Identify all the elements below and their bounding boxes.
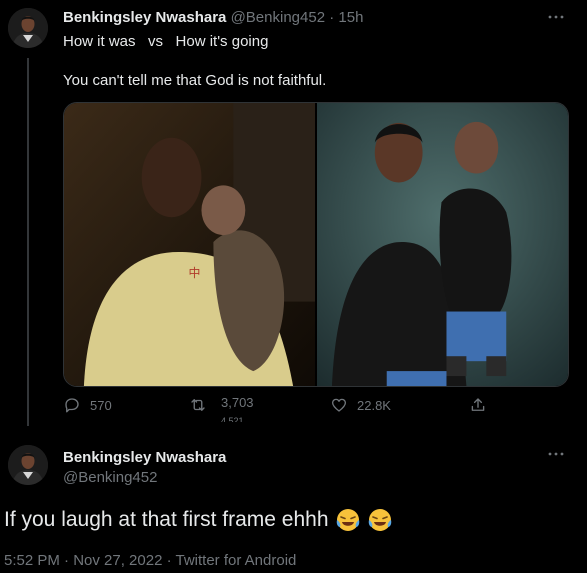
more-options-icon-2[interactable] — [547, 445, 565, 468]
heart-icon — [331, 398, 347, 412]
tweet-text-focused: If you laugh at that first frame ehhh — [4, 507, 393, 533]
reply-icon — [65, 398, 79, 413]
author-handle-2[interactable]: @Benking452 — [63, 469, 157, 486]
like-button[interactable]: 22.8K — [330, 396, 391, 414]
tweet-text-line-1: How it was vs How it's going — [63, 33, 269, 50]
tweet-parent[interactable]: Benkingsley Nwashara @Benking452 · 15h H… — [0, 0, 587, 430]
tweet-text-content: If you laugh at that first frame ehhh — [4, 508, 329, 531]
tweet-media[interactable]: 中 — [63, 102, 569, 387]
share-button[interactable] — [469, 396, 487, 414]
author-avatar[interactable] — [8, 8, 48, 48]
thread-connector-line — [27, 58, 29, 426]
retweet-count: 3,703 — [221, 395, 254, 410]
tweet-actions: 570 3,703 4,521 22.8K — [63, 395, 503, 422]
author-avatar-2[interactable] — [8, 445, 48, 485]
photo-after[interactable] — [317, 103, 568, 386]
retweet-icon — [191, 399, 205, 411]
author-handle[interactable]: @Benking452 — [231, 9, 325, 26]
tweet-header: Benkingsley Nwashara @Benking452 · 15h — [63, 9, 363, 26]
more-options-icon[interactable] — [547, 8, 565, 31]
tweet-timestamp[interactable]: 5:52 PM · Nov 27, 2022 · Twitter for And… — [4, 552, 296, 569]
like-count: 22.8K — [357, 397, 391, 413]
author-name[interactable]: Benkingsley Nwashara — [63, 9, 226, 26]
author-name-2[interactable]: Benkingsley Nwashara — [63, 449, 226, 466]
header-separator: · — [329, 9, 335, 26]
share-icon — [471, 398, 485, 411]
reply-count: 570 — [90, 397, 112, 413]
retweet-count-next: 4,521 — [221, 416, 244, 422]
photo-before[interactable]: 中 — [64, 103, 315, 386]
svg-text:中: 中 — [189, 266, 201, 280]
retweet-button[interactable] — [189, 396, 207, 414]
tears-of-joy-emoji-icon — [335, 507, 361, 533]
tweet-text-line-2: You can't tell me that God is not faithf… — [63, 72, 327, 89]
tears-of-joy-emoji-icon — [367, 507, 393, 533]
reply-button[interactable]: 570 — [63, 396, 112, 414]
tweet-time[interactable]: 15h — [338, 9, 363, 26]
